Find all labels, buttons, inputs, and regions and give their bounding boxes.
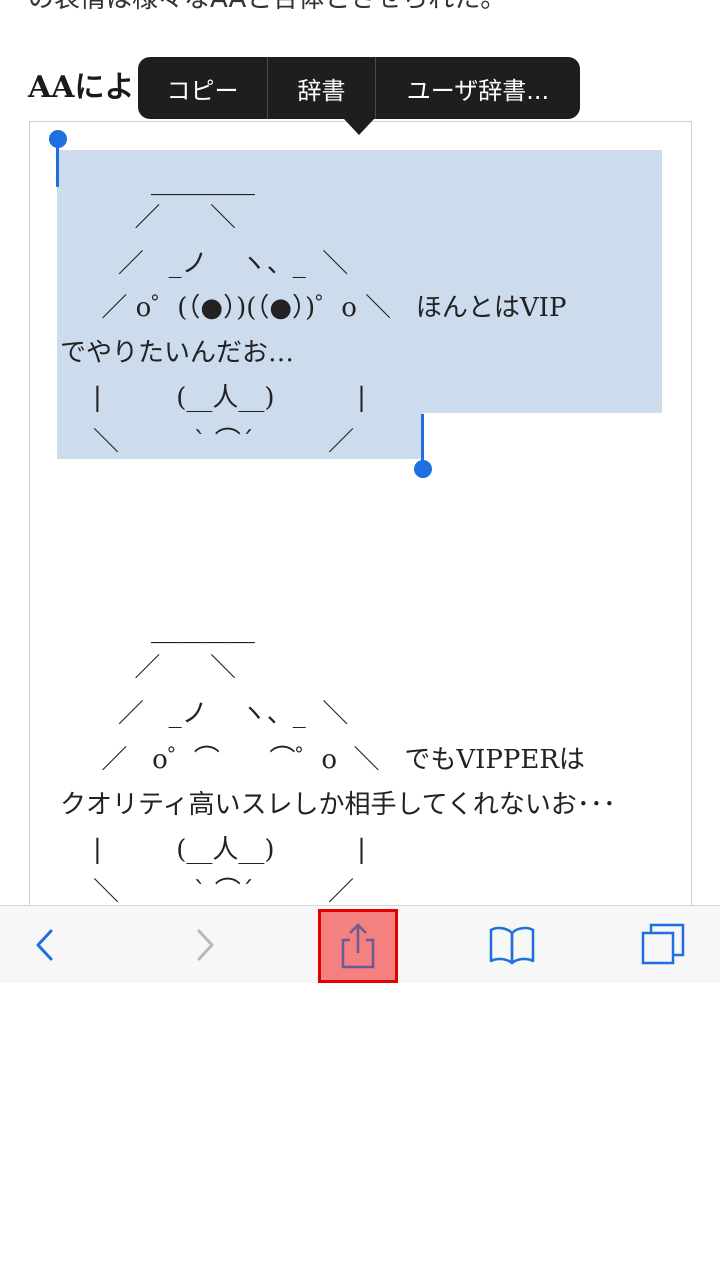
- aa-line: ＼ ` ⌒´ ／: [60, 877, 355, 905]
- aa-line: ＼ ` ⌒´ ／: [60, 427, 355, 457]
- selection-end-caret: [421, 414, 424, 464]
- menu-copy[interactable]: コピー: [138, 57, 268, 119]
- aa-line: | (__人__) |: [60, 835, 366, 865]
- edit-context-menu: コピー 辞書 ユーザ辞書...: [138, 57, 580, 119]
- menu-user-dictionary[interactable]: ユーザ辞書...: [376, 57, 580, 119]
- aa-line: ＿＿＿＿: [60, 617, 255, 647]
- aa-line: | (__人__) |: [60, 383, 366, 413]
- aa-line: ／ ＼: [60, 653, 236, 683]
- chevron-left-icon: [36, 929, 53, 960]
- selection-end-handle[interactable]: [414, 460, 432, 478]
- tabs-button[interactable]: [636, 906, 690, 983]
- browser-toolbar: [0, 905, 720, 983]
- aa-line: クオリティ高いスレしか相手してくれないお･･･: [60, 790, 616, 820]
- aa-line: ／ o゜⌒ ⌒゜o ＼ でもVIPPERは: [60, 745, 585, 775]
- aa-line: ／ _ノ ヽ、_ ＼: [60, 699, 349, 729]
- bookmarks-icon: [489, 926, 535, 964]
- web-content: の表情は様々なAAと合体とさせられた。 AAによ ＿＿＿＿ ／ ＼ ／ _ノ ヽ…: [0, 0, 720, 905]
- menu-dictionary[interactable]: 辞書: [268, 57, 376, 119]
- share-button[interactable]: [318, 909, 398, 983]
- tabs-icon: [641, 923, 685, 964]
- share-icon: [341, 923, 375, 969]
- chevron-right-icon: [197, 929, 214, 960]
- forward-button[interactable]: [180, 906, 230, 983]
- back-button[interactable]: [20, 906, 70, 983]
- section-heading: AAによ: [28, 70, 135, 105]
- aa-line: ／ ＼: [60, 203, 236, 233]
- bookmarks-button[interactable]: [484, 906, 540, 983]
- aa-line: ＿＿＿＿: [60, 169, 255, 199]
- article-text: の表情は様々なAAと合体とさせられた。: [28, 0, 506, 15]
- menu-pointer-arrow: [344, 119, 374, 135]
- aa-line: ／ _ノ ヽ、_ ＼: [60, 249, 349, 279]
- aa-line: ／ o゜(（●）)(（●）)゜o ＼ ほんとはVIP: [60, 293, 567, 323]
- aa-line: でやりたいんだお…: [60, 338, 295, 368]
- selection-start-caret: [56, 140, 59, 187]
